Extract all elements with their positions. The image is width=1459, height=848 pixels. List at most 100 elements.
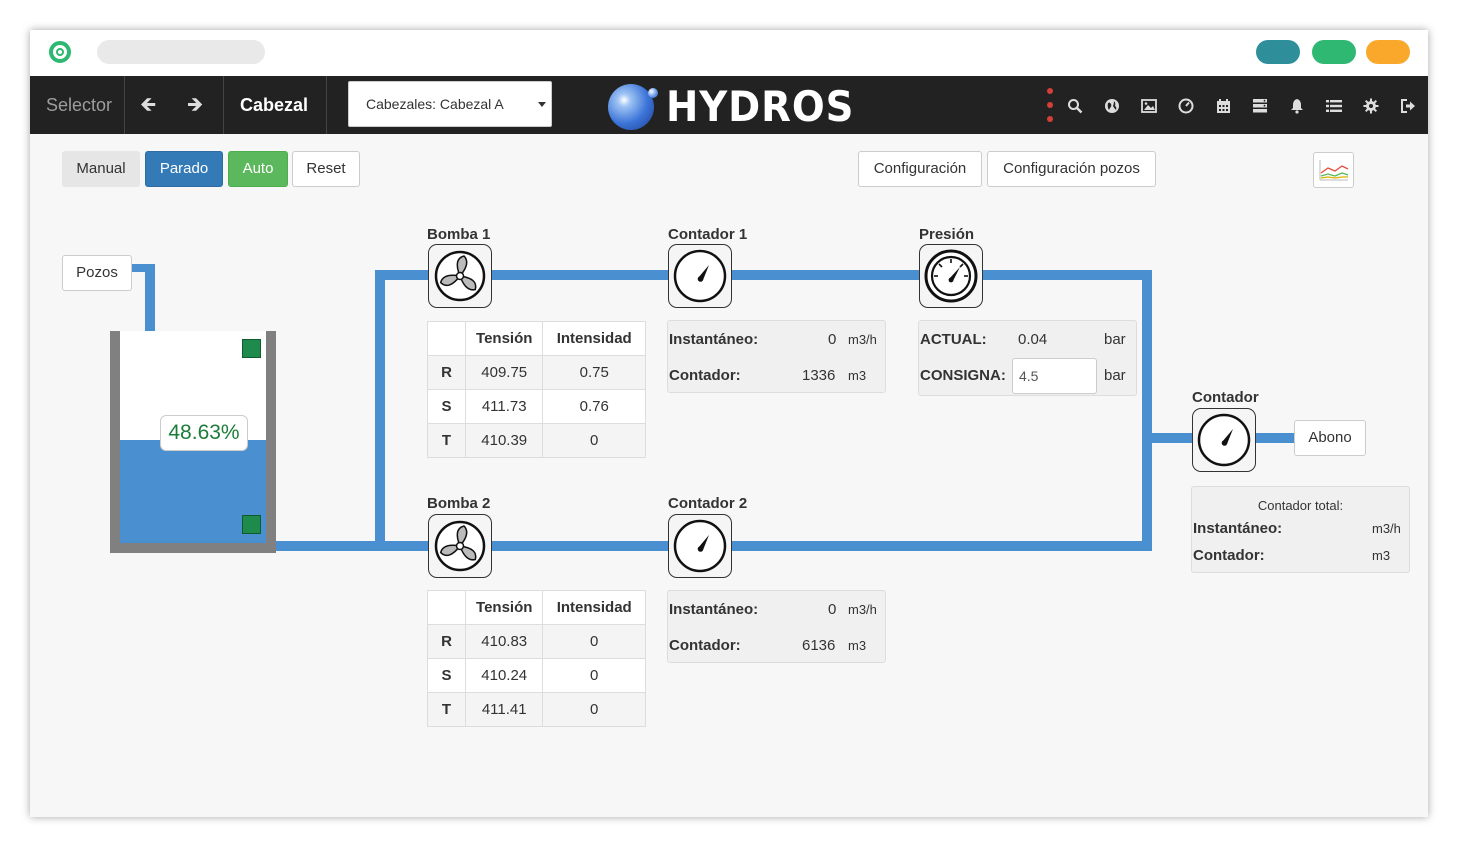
address-bar[interactable] xyxy=(97,40,265,64)
bell-icon[interactable] xyxy=(1286,76,1308,134)
bomba1-header-intensidad: Intensidad xyxy=(542,321,646,356)
auto-button[interactable]: Auto xyxy=(228,151,288,187)
presion-gauge-icon[interactable] xyxy=(919,244,983,308)
parado-button[interactable]: Parado xyxy=(145,151,223,187)
app-window: Selector 🡸 🡺 Cabezal Cabezales: Cabezal … xyxy=(30,30,1428,817)
consigna-unit: bar xyxy=(1104,367,1126,384)
table-row: S 410.24 0 xyxy=(427,658,646,693)
reset-button[interactable]: Reset xyxy=(292,151,360,187)
gear-icon[interactable] xyxy=(1360,76,1382,134)
bomba2-header-tension: Tensión xyxy=(464,590,544,625)
top-navbar: Selector 🡸 🡺 Cabezal Cabezales: Cabezal … xyxy=(30,76,1428,134)
hydros-logo-orb-icon xyxy=(608,84,654,130)
arrow-left-icon[interactable]: 🡸 xyxy=(140,76,156,134)
pipe-tank-out xyxy=(274,541,428,551)
intensidad-value: 0 xyxy=(542,658,646,693)
calendar-icon[interactable] xyxy=(1212,76,1234,134)
search-icon[interactable] xyxy=(1064,76,1086,134)
cabezal-select-value: Cabezales: Cabezal A xyxy=(366,96,504,112)
inst-label: Instantáneo: xyxy=(1193,520,1283,537)
inst-value: 0 xyxy=(828,601,837,618)
inst-unit: m3/h xyxy=(1372,521,1401,536)
pipe-pozos-vertical xyxy=(145,264,155,332)
cont-unit: m3 xyxy=(848,368,867,383)
tank-low-sensor xyxy=(242,515,261,534)
window-pill-green[interactable] xyxy=(1312,40,1356,64)
bomba2-table: Tensión Intensidad R 410.83 0 S 410.24 0 T 411… xyxy=(427,590,646,727)
phase-label: S xyxy=(427,658,466,693)
intensidad-value: 0.76 xyxy=(542,389,646,424)
inst-unit: m3/h xyxy=(848,602,877,617)
brand-logo-text: HYDROS xyxy=(666,82,855,131)
contador-total-title: Contador xyxy=(1192,389,1259,406)
contador1-meter-icon[interactable] xyxy=(668,244,732,308)
globe-icon[interactable] xyxy=(1101,76,1123,134)
phase-label: R xyxy=(427,355,466,390)
contador-total-panel: Contador total: Instantáneo: m3/h Contado… xyxy=(1191,486,1410,573)
tension-value: 410.83 xyxy=(464,624,544,659)
window-pill-orange[interactable] xyxy=(1366,40,1410,64)
hydros-logo-bubble-icon xyxy=(648,88,658,98)
browser-chrome xyxy=(30,30,1428,76)
cont-unit: m3 xyxy=(848,638,867,653)
presion-panel: ACTUAL: 0.04 bar CONSIGNA: bar 4.5 xyxy=(918,320,1137,396)
abono-button[interactable]: Abono xyxy=(1294,420,1366,456)
table-row: T 411.41 0 xyxy=(427,692,646,727)
contador2-panel: Instantáneo: 0 m3/h Contador: 6136 m3 xyxy=(667,590,886,663)
table-row: R 410.83 0 xyxy=(427,624,646,659)
phase-label: T xyxy=(427,423,466,458)
nav-divider xyxy=(124,76,125,134)
phase-label: R xyxy=(427,624,466,659)
pipe-pozos-horizontal xyxy=(130,264,155,272)
dashboard-icon[interactable] xyxy=(1175,76,1197,134)
consigna-input[interactable]: 4.5 xyxy=(1012,358,1097,394)
bomba1-table: Tensión Intensidad R 409.75 0.75 S 411.73 0.7… xyxy=(427,321,646,458)
cont-value: 6136 xyxy=(802,637,836,654)
inst-label: Instantáneo: xyxy=(669,331,759,348)
water-tank: 48.63% xyxy=(110,331,276,553)
line-chart-icon[interactable] xyxy=(1313,152,1354,188)
tension-value: 410.24 xyxy=(464,658,544,693)
cont-unit: m3 xyxy=(1372,548,1391,563)
arrow-right-icon[interactable]: 🡺 xyxy=(187,76,203,134)
bomba2-header-intensidad: Intensidad xyxy=(542,590,646,625)
cont-label: Contador: xyxy=(1193,547,1265,564)
consigna-label: CONSIGNA: xyxy=(920,367,1006,384)
inst-unit: m3/h xyxy=(848,332,877,347)
cabezal-select[interactable]: Cabezales: Cabezal A xyxy=(348,81,552,127)
logout-icon[interactable] xyxy=(1397,76,1419,134)
bomba1-header-tension: Tensión xyxy=(464,321,544,356)
cont-label: Contador: xyxy=(669,637,741,654)
nav-divider xyxy=(223,76,224,134)
tank-high-sensor xyxy=(242,339,261,358)
pozos-button[interactable]: Pozos xyxy=(62,255,132,291)
browser-logo-icon xyxy=(49,41,71,63)
phase-label: S xyxy=(427,389,466,424)
manual-button[interactable]: Manual xyxy=(62,151,140,187)
table-row: T 410.39 0 xyxy=(427,423,646,458)
presion-title: Presión xyxy=(919,226,975,243)
tension-value: 409.75 xyxy=(464,355,544,390)
bomba1-fan-icon[interactable] xyxy=(428,244,492,308)
list-icon[interactable] xyxy=(1323,76,1345,134)
intensidad-value: 0.75 xyxy=(542,355,646,390)
configuracion-pozos-button[interactable]: Configuración pozos xyxy=(987,151,1156,187)
contador2-meter-icon[interactable] xyxy=(668,514,732,578)
pipe-to-contador xyxy=(1152,433,1194,443)
actual-unit: bar xyxy=(1104,331,1126,348)
pipe-bottom-line xyxy=(428,541,1152,551)
window-pill-teal[interactable] xyxy=(1256,40,1300,64)
contador-total-meter-icon[interactable] xyxy=(1192,408,1256,472)
server-icon[interactable] xyxy=(1249,76,1271,134)
table-row: R 409.75 0.75 xyxy=(427,355,646,390)
configuracion-button[interactable]: Configuración xyxy=(858,151,982,187)
section-title[interactable]: Cabezal xyxy=(240,76,308,134)
selector-link[interactable]: Selector xyxy=(46,76,112,134)
image-icon[interactable] xyxy=(1138,76,1160,134)
bomba2-fan-icon[interactable] xyxy=(428,514,492,578)
tension-value: 410.39 xyxy=(464,423,544,458)
contador2-title: Contador 2 xyxy=(668,495,748,512)
bomba2-title: Bomba 2 xyxy=(427,495,491,512)
kebab-menu-icon[interactable] xyxy=(1047,88,1055,130)
caret-down-icon xyxy=(538,102,546,107)
